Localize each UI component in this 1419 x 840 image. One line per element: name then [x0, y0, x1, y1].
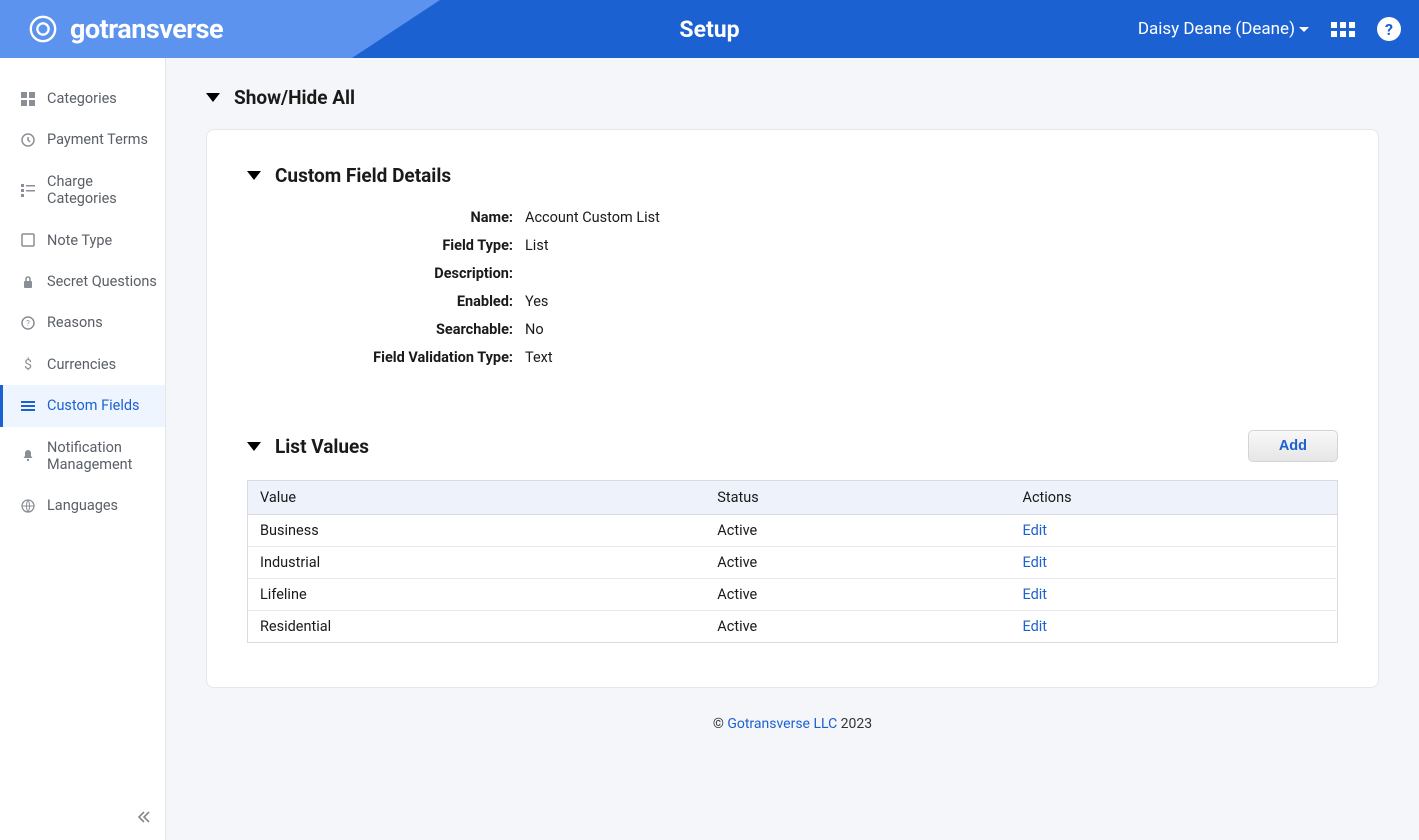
list-bars-icon	[19, 183, 37, 197]
dollar-icon: $	[19, 357, 37, 371]
detail-label: Field Type:	[283, 237, 513, 254]
sidebar: Categories Payment Terms Charge Categori…	[0, 58, 166, 840]
table-header-row: Value Status Actions	[248, 481, 1338, 515]
list-values-section: List Values Add Value Status Actions	[247, 430, 1338, 643]
details-grid: Name: Account Custom List Field Type: Li…	[283, 209, 1338, 366]
details-section-title: Custom Field Details	[275, 164, 451, 187]
help-icon[interactable]: ?	[1377, 17, 1401, 41]
sidebar-item-categories[interactable]: Categories	[0, 78, 165, 119]
detail-value-name: Account Custom List	[525, 209, 1338, 226]
sidebar-item-label: Custom Fields	[47, 397, 140, 414]
list-values-title: List Values	[275, 435, 369, 458]
note-icon	[19, 233, 37, 247]
cell-status: Active	[705, 579, 1010, 611]
svg-text:$: $	[24, 357, 32, 371]
brand-logo-icon	[28, 14, 58, 44]
cell-status: Active	[705, 611, 1010, 643]
col-status: Status	[705, 481, 1010, 515]
grid-icon	[19, 92, 37, 106]
detail-value-enabled: Yes	[525, 293, 1338, 310]
clock-icon	[19, 133, 37, 147]
sidebar-item-custom-fields[interactable]: Custom Fields	[0, 385, 165, 426]
sidebar-item-notification-management[interactable]: Notification Management	[0, 427, 165, 486]
list-values-toggle[interactable]: List Values	[247, 435, 369, 458]
cell-value: Residential	[248, 611, 706, 643]
edit-link[interactable]: Edit	[1022, 554, 1047, 571]
table-row: Business Active Edit	[248, 515, 1338, 547]
detail-label: Field Validation Type:	[283, 349, 513, 366]
user-name: Daisy Deane (Deane)	[1138, 19, 1295, 39]
sidebar-item-note-type[interactable]: Note Type	[0, 220, 165, 261]
user-menu[interactable]: Daisy Deane (Deane)	[1138, 19, 1309, 39]
main-content: Show/Hide All Custom Field Details Name:…	[166, 58, 1419, 840]
sidebar-item-label: Languages	[47, 497, 118, 514]
page-footer: © Gotransverse LLC 2023	[206, 716, 1379, 752]
sidebar-item-label: Secret Questions	[47, 273, 157, 290]
sidebar-collapse-button[interactable]	[137, 809, 151, 828]
apps-grid-icon[interactable]	[1331, 22, 1355, 37]
bell-icon	[19, 449, 37, 463]
sidebar-item-languages[interactable]: Languages	[0, 485, 165, 526]
sidebar-item-label: Currencies	[47, 356, 116, 373]
sidebar-item-label: Note Type	[47, 232, 112, 249]
show-hide-all-toggle[interactable]: Show/Hide All	[206, 86, 1379, 109]
sidebar-item-label: Charge Categories	[47, 173, 157, 208]
cell-status: Active	[705, 547, 1010, 579]
sidebar-item-reasons[interactable]: ? Reasons	[0, 302, 165, 343]
table-row: Residential Active Edit	[248, 611, 1338, 643]
footer-year: 2023	[841, 716, 872, 732]
detail-label: Description:	[283, 265, 513, 282]
table-row: Lifeline Active Edit	[248, 579, 1338, 611]
edit-link[interactable]: Edit	[1022, 586, 1047, 603]
details-card: Custom Field Details Name: Account Custo…	[206, 129, 1379, 688]
header-right-group: Daisy Deane (Deane) ?	[1138, 17, 1401, 41]
edit-link[interactable]: Edit	[1022, 618, 1047, 635]
detail-label: Searchable:	[283, 321, 513, 338]
show-hide-all-label: Show/Hide All	[234, 86, 355, 109]
question-icon: ?	[19, 316, 37, 330]
page-title: Setup	[679, 16, 739, 43]
detail-label: Name:	[283, 209, 513, 226]
sidebar-item-label: Payment Terms	[47, 131, 148, 148]
sidebar-item-label: Notification Management	[47, 439, 157, 474]
edit-link[interactable]: Edit	[1022, 522, 1047, 539]
globe-icon	[19, 499, 37, 513]
triangle-down-icon	[247, 171, 261, 180]
detail-value-description	[525, 265, 1338, 282]
main-layout: Categories Payment Terms Charge Categori…	[0, 58, 1419, 840]
sidebar-item-currencies[interactable]: $ Currencies	[0, 344, 165, 385]
brand-text: gotransverse	[70, 13, 223, 45]
chevron-down-icon	[1299, 27, 1309, 32]
sidebar-item-secret-questions[interactable]: Secret Questions	[0, 261, 165, 302]
detail-label: Enabled:	[283, 293, 513, 310]
sidebar-item-payment-terms[interactable]: Payment Terms	[0, 119, 165, 160]
cell-status: Active	[705, 515, 1010, 547]
cell-value: Industrial	[248, 547, 706, 579]
lock-icon	[19, 275, 37, 289]
detail-value-field-type: List	[525, 237, 1338, 254]
sidebar-item-label: Reasons	[47, 314, 103, 331]
detail-value-validation-type: Text	[525, 349, 1338, 366]
col-actions: Actions	[1010, 481, 1337, 515]
app-header: gotransverse Setup Daisy Deane (Deane) ?	[0, 0, 1419, 58]
triangle-down-icon	[206, 93, 220, 102]
sidebar-item-label: Categories	[47, 90, 117, 107]
menu-icon	[19, 399, 37, 413]
footer-copyright: ©	[713, 716, 724, 732]
col-value: Value	[248, 481, 706, 515]
table-row: Industrial Active Edit	[248, 547, 1338, 579]
list-values-table: Value Status Actions Business Active Edi…	[247, 480, 1338, 643]
triangle-down-icon	[247, 442, 261, 451]
sidebar-items: Categories Payment Terms Charge Categori…	[0, 58, 165, 527]
add-button[interactable]: Add	[1248, 430, 1338, 462]
footer-company-link[interactable]: Gotransverse LLC	[727, 716, 837, 732]
details-section-toggle[interactable]: Custom Field Details	[247, 164, 1338, 187]
brand-block[interactable]: gotransverse	[0, 13, 223, 45]
svg-text:?: ?	[26, 319, 30, 328]
detail-value-searchable: No	[525, 321, 1338, 338]
sidebar-item-charge-categories[interactable]: Charge Categories	[0, 161, 165, 220]
cell-value: Lifeline	[248, 579, 706, 611]
cell-value: Business	[248, 515, 706, 547]
list-values-header-row: List Values Add	[247, 430, 1338, 462]
